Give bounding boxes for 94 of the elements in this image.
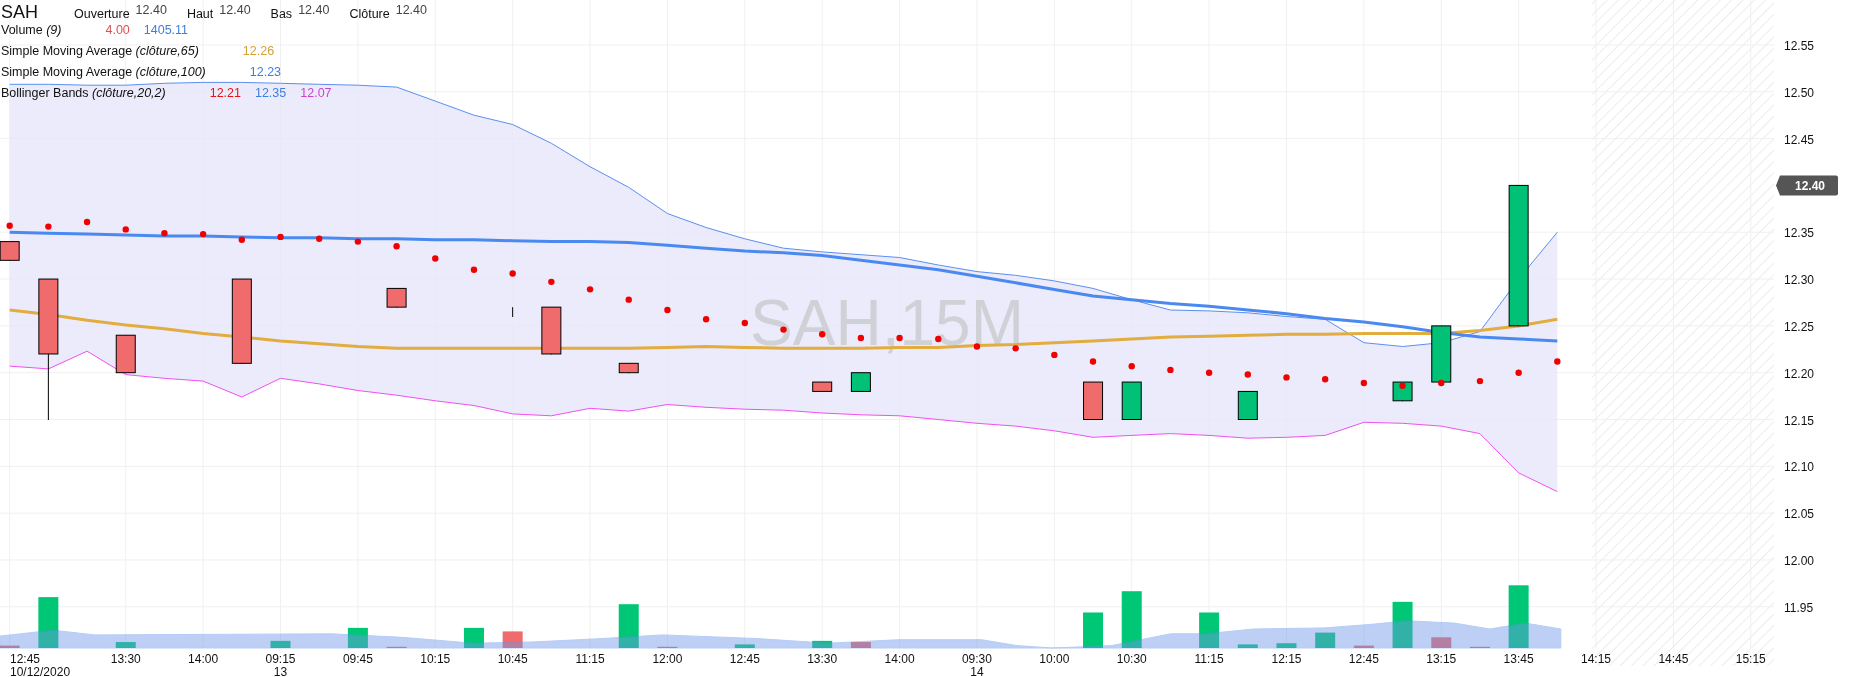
x-axis-label: 15:15 bbox=[1735, 652, 1766, 666]
volume-bar bbox=[38, 597, 59, 648]
y-axis-label: 11.95 bbox=[1784, 600, 1814, 615]
x-axis-date-label: 14 bbox=[970, 665, 984, 677]
ohlc-label: Clôture bbox=[349, 7, 390, 21]
indicator-value: 12.21 bbox=[209, 86, 241, 100]
x-axis-label: 13:30 bbox=[807, 652, 838, 666]
x-axis-label: 14:45 bbox=[1658, 652, 1689, 666]
symbol-title: SAH bbox=[1, 2, 38, 23]
x-axis-label: 09:45 bbox=[342, 652, 373, 666]
x-axis-date-label: 13 bbox=[273, 665, 288, 677]
indicator-value: 4.00 bbox=[105, 23, 130, 37]
volume-bar bbox=[1083, 612, 1104, 648]
volume-bar bbox=[463, 627, 484, 648]
volume-bar bbox=[1199, 612, 1220, 648]
volume-bar bbox=[115, 642, 136, 648]
volume-bar bbox=[1315, 632, 1336, 648]
y-axis-label: 12.45 bbox=[1784, 132, 1815, 147]
candlestick bbox=[1083, 381, 1104, 421]
volume-bar bbox=[618, 604, 639, 648]
volume-bar bbox=[1276, 643, 1297, 648]
ohlc-value: 12.40 bbox=[298, 3, 330, 17]
y-axis-label: 12.50 bbox=[1784, 85, 1815, 100]
candlestick bbox=[541, 306, 562, 355]
indicator-name: Volume (9) bbox=[1, 23, 62, 37]
y-axis-label: 12.05 bbox=[1784, 507, 1815, 522]
y-axis-label: 12.55 bbox=[1784, 38, 1815, 53]
y-axis-label: 12.20 bbox=[1784, 366, 1815, 381]
x-axis-label: 11:15 bbox=[1194, 652, 1224, 666]
ohlc-value: 12.40 bbox=[395, 3, 427, 17]
volume-bar bbox=[850, 642, 871, 648]
x-axis-label: 13:15 bbox=[1426, 652, 1457, 666]
x-axis-date-label: 10/12/2020 bbox=[10, 665, 71, 677]
ohlc-label: Haut bbox=[186, 7, 214, 21]
volume-bar bbox=[1353, 645, 1374, 648]
ohlc-label: Ouverture bbox=[74, 7, 130, 21]
x-axis-label: 10:30 bbox=[1116, 652, 1147, 666]
volume-bar bbox=[1392, 601, 1413, 648]
candlestick bbox=[0, 241, 20, 262]
indicator-name: Simple Moving Average (clôture,65) bbox=[1, 44, 199, 58]
indicator-name: Simple Moving Average (clôture,100) bbox=[1, 65, 206, 79]
candlestick bbox=[386, 287, 407, 309]
candlestick bbox=[1121, 381, 1142, 421]
indicator-value: 12.35 bbox=[254, 86, 287, 100]
last-price-tag bbox=[1776, 175, 1838, 196]
x-axis-label: 14:00 bbox=[884, 652, 915, 666]
y-axis-label: 12.30 bbox=[1784, 273, 1815, 288]
last-price-label: 12.40 bbox=[1795, 179, 1825, 194]
x-axis-label: 12:00 bbox=[652, 652, 683, 666]
y-axis-label: 12.00 bbox=[1784, 554, 1815, 568]
ohlc-value: 12.40 bbox=[219, 3, 251, 17]
y-axis-label: 12.10 bbox=[1784, 460, 1815, 475]
candlestick bbox=[850, 372, 871, 393]
x-axis-label: 12:45 bbox=[10, 652, 41, 666]
volume-bar bbox=[1237, 644, 1258, 648]
ohlc-label: Bas bbox=[270, 7, 293, 21]
volume-bar bbox=[812, 640, 833, 648]
x-axis-label: 10:45 bbox=[497, 652, 528, 666]
volume-bar bbox=[0, 645, 20, 648]
candlestick bbox=[812, 381, 833, 393]
x-axis-label: 14:00 bbox=[188, 652, 219, 666]
x-axis-label: 12:15 bbox=[1271, 652, 1302, 666]
volume-bar bbox=[1508, 585, 1529, 648]
candlestick bbox=[1431, 325, 1452, 384]
volume-bar bbox=[734, 644, 755, 648]
indicator-value: 12.23 bbox=[249, 65, 282, 79]
x-axis-label: 12:45 bbox=[729, 652, 760, 666]
x-axis-label: 09:30 bbox=[961, 652, 992, 666]
candlestick bbox=[115, 334, 136, 374]
indicator-value: 12.26 bbox=[242, 44, 275, 58]
candlestick bbox=[1392, 381, 1413, 402]
x-axis-label: 09:15 bbox=[265, 652, 296, 666]
x-axis-label: 10:00 bbox=[1039, 652, 1070, 666]
x-axis-label: 14:15 bbox=[1581, 652, 1612, 666]
candlestick bbox=[618, 362, 639, 374]
volume-bar bbox=[1121, 591, 1142, 648]
x-axis-label: 10:15 bbox=[420, 652, 451, 666]
volume-bar bbox=[1431, 637, 1452, 648]
indicator-value: 12.07 bbox=[300, 86, 332, 100]
candlestick bbox=[512, 306, 514, 318]
candlestick bbox=[1237, 390, 1258, 421]
indicator-name: Bollinger Bands (clôture,20,2) bbox=[1, 86, 166, 100]
volume-bar bbox=[270, 640, 291, 648]
y-axis-label: 12.25 bbox=[1784, 319, 1815, 334]
ohlc-value: 12.40 bbox=[135, 3, 167, 17]
volume-bar bbox=[502, 631, 523, 648]
y-axis-label: 12.15 bbox=[1784, 413, 1815, 428]
y-axis-label: 12.35 bbox=[1784, 226, 1815, 241]
volume-bar bbox=[347, 627, 368, 648]
x-axis-label: 13:30 bbox=[110, 652, 141, 666]
x-axis-label: 13:45 bbox=[1503, 652, 1534, 666]
x-axis-label: 12:45 bbox=[1348, 652, 1379, 666]
indicator-value: 1405.11 bbox=[143, 23, 189, 37]
x-axis-label: 11:15 bbox=[575, 652, 605, 666]
